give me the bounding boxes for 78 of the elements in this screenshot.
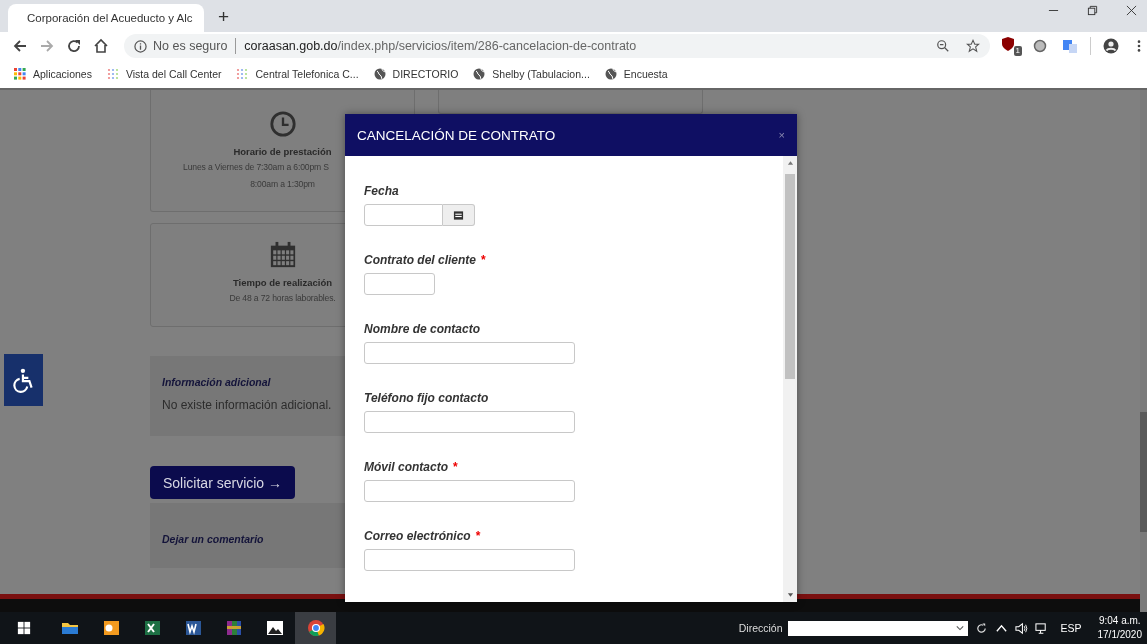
info-icon — [134, 39, 147, 53]
field-label: Teléfono fijo contacto — [364, 391, 489, 405]
home-icon[interactable] — [93, 38, 109, 54]
globe-icon — [473, 68, 486, 80]
globe-icon — [373, 68, 386, 80]
address-field[interactable] — [788, 620, 969, 636]
address-bar[interactable]: No es seguro coraasan.gob.do/index.php/servicios/item/286-cancelacion-de-contrato — [124, 34, 990, 58]
card-text: De 48 a 72 horas laborables. — [229, 292, 336, 305]
dialog-scrollbar[interactable] — [783, 156, 797, 602]
speaker-icon[interactable] — [1015, 621, 1029, 635]
extension-badge: 1 — [1013, 46, 1022, 56]
dialog-title: CANCELACIÓN DE CONTRATO — [357, 127, 556, 143]
menu-icon[interactable] — [1137, 39, 1141, 53]
panel-text: No existe información adicional. — [162, 398, 333, 412]
request-service-button[interactable]: Solicitar servicio → — [150, 466, 296, 499]
refresh-icon[interactable] — [975, 621, 989, 635]
panel-title: Dejar un comentario — [162, 533, 264, 545]
close-icon[interactable] — [1126, 4, 1137, 16]
reload-icon[interactable] — [66, 38, 82, 54]
page-scrollbar[interactable] — [1140, 90, 1147, 612]
clock-date[interactable]: 17/1/2020 — [1097, 628, 1142, 642]
clock-icon — [268, 110, 297, 138]
globe-icon — [604, 68, 617, 80]
browser-icon — [305, 618, 326, 638]
bookmark[interactable]: Encuesta — [604, 68, 668, 80]
shield-icon[interactable] — [1000, 36, 1016, 52]
profile-icon[interactable] — [1103, 38, 1119, 54]
image-icon — [264, 618, 285, 638]
dropdown-icon[interactable] — [956, 625, 965, 631]
network-icon[interactable] — [1035, 621, 1049, 635]
restore-icon[interactable] — [1087, 4, 1098, 16]
bookmark[interactable]: Aplicaciones — [14, 68, 92, 80]
calendar-icon — [268, 241, 297, 269]
required-mark: * — [453, 460, 458, 474]
tab-title: Corporación del Acueducto y Alc — [27, 12, 193, 24]
required-mark: * — [481, 253, 486, 267]
bookmark[interactable]: Shelby (Tabulacion... — [473, 68, 590, 80]
scroll-up-icon[interactable] — [786, 160, 794, 166]
url-host: coraasan.gob.do — [244, 39, 338, 53]
input-field[interactable] — [364, 411, 575, 433]
address-label: Dirección — [738, 622, 783, 634]
input-field[interactable] — [364, 342, 575, 364]
panel-title: Información adicional — [162, 376, 271, 388]
calendar-button[interactable] — [443, 204, 475, 226]
field-label: Nombre de contacto — [364, 322, 480, 336]
zoom-icon[interactable] — [936, 39, 950, 53]
accessibility-button[interactable] — [4, 354, 43, 406]
circle-icon[interactable] — [1032, 38, 1048, 54]
star-icon[interactable] — [966, 39, 980, 53]
required-mark: * — [475, 529, 481, 543]
dots-icon — [106, 68, 119, 80]
new-tab-button[interactable]: + — [218, 6, 230, 28]
field-label: Móvil contacto — [364, 460, 448, 474]
apps-icon — [14, 68, 26, 80]
input-field[interactable] — [364, 273, 435, 295]
back-icon[interactable] — [12, 38, 28, 54]
security-label: No es seguro — [153, 39, 228, 53]
calendar-icon — [453, 209, 464, 221]
language-indicator[interactable]: ESP — [1060, 622, 1082, 634]
bookmark[interactable]: Vista del Call Center — [106, 68, 222, 80]
input-field[interactable] — [364, 549, 575, 571]
card-title: Horario de prestación — [233, 146, 332, 157]
translate-icon[interactable] — [1062, 38, 1078, 54]
input-field[interactable] — [364, 480, 575, 502]
date-field[interactable] — [364, 204, 443, 226]
field-label: Correo electrónico — [364, 529, 471, 543]
clock-time[interactable]: 9:04 a.m. — [1098, 614, 1141, 628]
field-label: Fecha — [364, 184, 399, 198]
close-button[interactable]: × — [778, 129, 785, 141]
dots-icon — [236, 68, 249, 80]
bookmark[interactable]: Central Telefonica C... — [236, 68, 359, 80]
bookmark[interactable]: DIRECTORIO — [373, 68, 459, 80]
card-title: Tiempo de realización — [232, 277, 333, 288]
windows-icon[interactable] — [17, 621, 31, 635]
field-label: Contrato del cliente — [364, 253, 476, 267]
browser-tab[interactable]: Corporación del Acueducto y Alc — [8, 4, 204, 32]
url-path: /index.php/servicios/item/286-cancelacion-de-contrato — [337, 39, 637, 53]
taskbar-app[interactable] — [295, 612, 336, 644]
